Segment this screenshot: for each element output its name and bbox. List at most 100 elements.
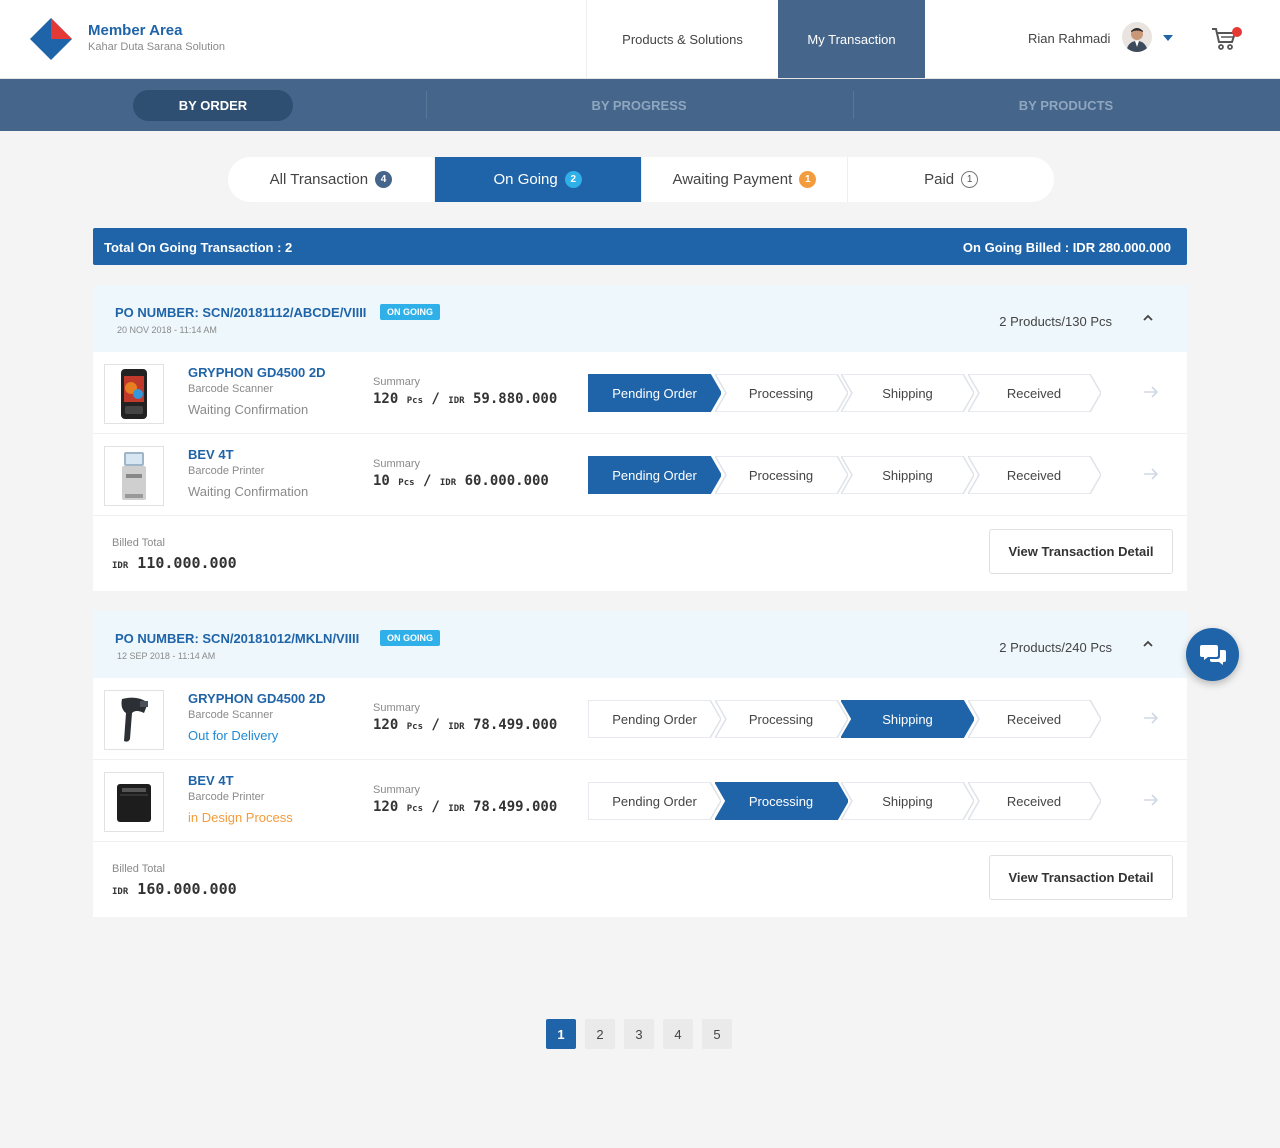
product-name[interactable]: BEV 4T [188, 447, 234, 462]
step-shipping: Shipping [841, 700, 974, 738]
step-label: Shipping [882, 711, 933, 727]
quantity-unit: Pcs [406, 804, 423, 814]
step-label: Processing [748, 385, 814, 401]
arrow-right-icon[interactable] [1143, 467, 1159, 481]
order-item: BEV 4T Barcode Printer in Design Process… [93, 760, 1187, 842]
nav-products-solutions[interactable]: Products & Solutions [586, 0, 778, 78]
step-shipping: Shipping [841, 782, 974, 820]
step-label: Pending Order [612, 711, 697, 727]
user-name[interactable]: Rian Rahmadi [1028, 31, 1110, 46]
billed-total-amount: 110.000.000 [137, 554, 237, 572]
product-image-kiosk-printer[interactable] [104, 446, 164, 506]
tab-awaiting-payment[interactable]: Awaiting Payment 1 [642, 157, 849, 202]
progress-steps: Pending Order Processing Shipping Received [588, 456, 1108, 494]
tab-all-transaction[interactable]: All Transaction 4 [228, 157, 435, 202]
product-status: Waiting Confirmation [188, 402, 309, 417]
tab-label: Paid [924, 171, 955, 188]
product-image-handheld-scanner[interactable] [104, 690, 164, 750]
company-logo[interactable] [30, 18, 72, 60]
step-label: Received [1006, 467, 1062, 483]
step-label: Shipping [882, 467, 933, 483]
quantity-unit: Pcs [406, 396, 423, 406]
step-received: Received [967, 782, 1101, 820]
chat-button[interactable] [1186, 628, 1239, 681]
product-category: Barcode Printer [188, 791, 265, 803]
view-switcher: BY ORDER BY PROGRESS BY PRODUCTS [0, 79, 1280, 131]
order-date: 12 SEP 2018 - 11:14 AM [117, 651, 216, 661]
order-card: PO NUMBER: SCN/20181012/MKLN/VIIII ON GO… [93, 611, 1187, 917]
summary-label: Summary [373, 702, 421, 714]
item-summary: 120 Pcs / IDR 78.499.000 [373, 717, 558, 733]
avatar[interactable] [1122, 22, 1152, 52]
currency: IDR [448, 804, 465, 814]
step-shipping: Shipping [841, 456, 974, 494]
item-amount: 78.499.000 [473, 799, 558, 815]
step-label: Shipping [882, 793, 933, 809]
total-transaction-count: Total On Going Transaction : 2 [104, 240, 293, 255]
chevron-up-icon[interactable] [1141, 311, 1155, 325]
tab-on-going[interactable]: On Going 2 [434, 157, 642, 202]
page-button[interactable]: 2 [585, 1019, 615, 1049]
page-button[interactable]: 5 [702, 1019, 732, 1049]
currency: IDR [448, 396, 465, 406]
step-label: Processing [748, 467, 814, 483]
product-name[interactable]: GRYPHON GD4500 2D [188, 365, 326, 380]
tab-by-order[interactable]: BY ORDER [0, 79, 426, 131]
summary-label: Summary [373, 458, 421, 470]
item-summary: 120 Pcs / IDR 59.880.000 [373, 391, 558, 407]
step-processing: Processing [714, 700, 848, 738]
product-image-receipt-printer[interactable] [104, 772, 164, 832]
step-label: Processing [748, 711, 814, 727]
product-name[interactable]: BEV 4T [188, 773, 234, 788]
billed-total-row: Billed Total IDR 110.000.000 View Transa… [93, 516, 1187, 591]
order-header[interactable]: PO NUMBER: SCN/20181012/MKLN/VIIII ON GO… [93, 611, 1187, 678]
step-label: Pending Order [612, 385, 697, 401]
arrow-right-icon[interactable] [1143, 711, 1159, 725]
product-name[interactable]: GRYPHON GD4500 2D [188, 691, 326, 706]
progress-steps: Pending Order Processing Shipping Received [588, 374, 1108, 412]
page-button[interactable]: 4 [663, 1019, 693, 1049]
order-item: GRYPHON GD4500 2D Barcode Scanner Waitin… [93, 352, 1187, 434]
product-status: Out for Delivery [188, 728, 279, 743]
step-received: Received [967, 456, 1101, 494]
tab-label: Awaiting Payment [672, 171, 793, 188]
count-badge: 1 [961, 171, 979, 188]
cart-notification-dot [1232, 27, 1242, 37]
summary-label: Summary [373, 784, 421, 796]
quantity: 10 [373, 473, 390, 489]
po-number: PO NUMBER: SCN/20181112/ABCDE/VIIII [115, 305, 367, 320]
product-category: Barcode Scanner [188, 383, 273, 395]
view-transaction-detail-button[interactable]: View Transaction Detail [989, 529, 1173, 574]
currency: IDR [448, 722, 465, 732]
order-header[interactable]: PO NUMBER: SCN/20181112/ABCDE/VIIII ON G… [93, 285, 1187, 352]
order-item: GRYPHON GD4500 2D Barcode Scanner Out fo… [93, 678, 1187, 760]
product-status: Waiting Confirmation [188, 484, 309, 499]
quantity: 120 [373, 391, 399, 407]
tab-by-progress[interactable]: BY PROGRESS [426, 79, 852, 131]
page-button[interactable]: 1 [546, 1019, 576, 1049]
count-badge: 2 [564, 171, 582, 188]
arrow-right-icon[interactable] [1143, 385, 1159, 399]
chevron-down-icon[interactable] [1163, 35, 1173, 41]
view-transaction-detail-button[interactable]: View Transaction Detail [989, 855, 1173, 900]
chevron-up-icon[interactable] [1141, 637, 1155, 651]
product-image-scanner-phone[interactable] [104, 364, 164, 424]
summary-label: Summary [373, 376, 421, 388]
step-label: Shipping [882, 385, 933, 401]
currency: IDR [112, 561, 129, 571]
step-label: Received [1006, 385, 1062, 401]
page-button[interactable]: 3 [624, 1019, 654, 1049]
transaction-summary-bar: Total On Going Transaction : 2 On Going … [93, 228, 1187, 265]
step-processing: Processing [714, 374, 848, 412]
step-pending-order: Pending Order [588, 374, 721, 412]
step-label: Pending Order [612, 467, 697, 483]
count-badge: 1 [799, 171, 817, 188]
tab-by-products[interactable]: BY PRODUCTS [853, 79, 1279, 131]
nav-my-transaction[interactable]: My Transaction [778, 0, 925, 78]
quantity: 120 [373, 717, 399, 733]
tab-paid[interactable]: Paid 1 [848, 157, 1054, 202]
arrow-right-icon[interactable] [1143, 793, 1159, 807]
product-status: in Design Process [188, 810, 293, 825]
step-pending-order: Pending Order [588, 456, 721, 494]
step-shipping: Shipping [841, 374, 974, 412]
